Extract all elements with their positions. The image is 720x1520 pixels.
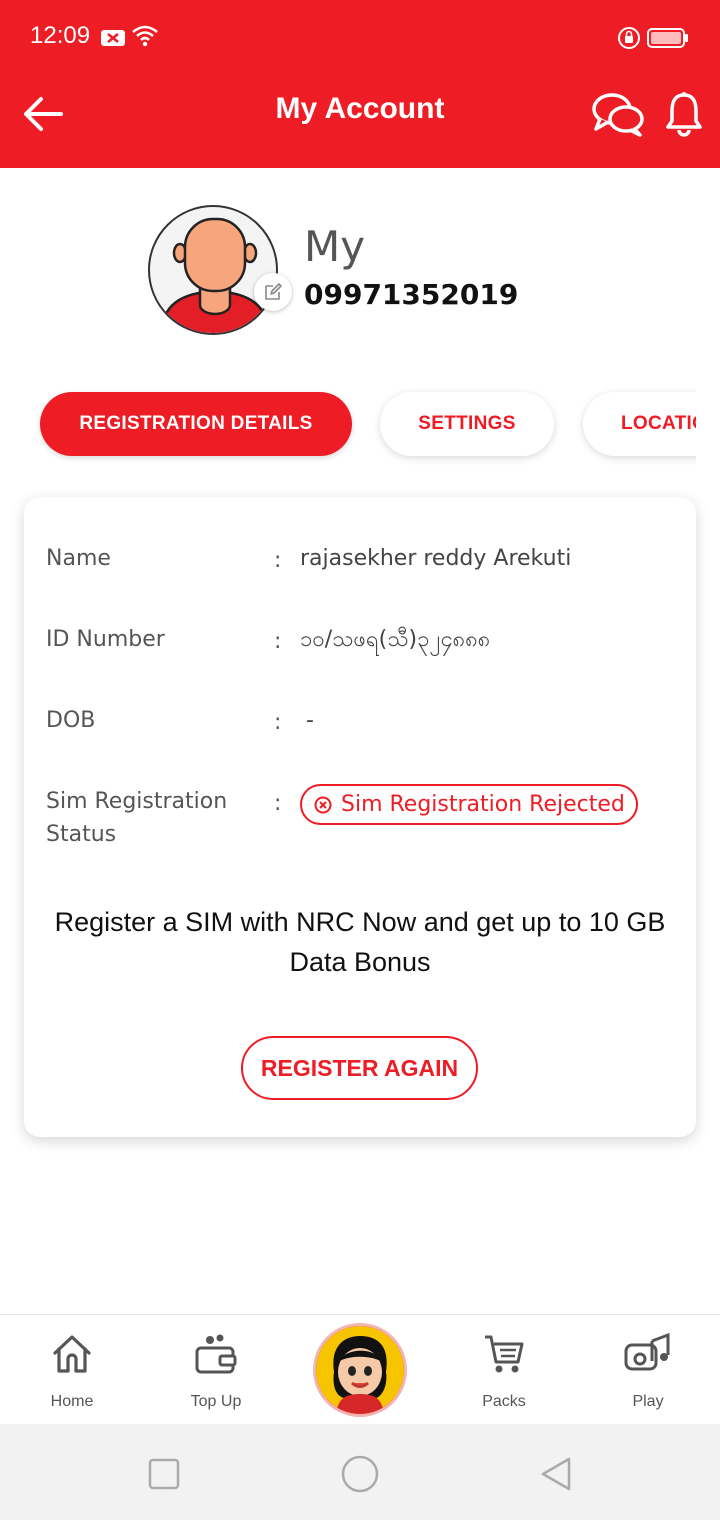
cart-icon — [485, 1335, 524, 1373]
avatar — [148, 205, 278, 335]
nav-top-up[interactable]: Top Up — [161, 1325, 271, 1417]
edit-profile-button[interactable] — [254, 273, 292, 311]
dob-label: DOB — [46, 708, 96, 733]
back-system-button[interactable] — [536, 1454, 576, 1494]
tab-location[interactable]: LOCATION — [583, 392, 696, 456]
chat-bubbles-icon — [592, 93, 644, 137]
nav-home[interactable]: Home — [17, 1325, 127, 1417]
music-icon — [624, 1332, 670, 1371]
battery-icon — [647, 28, 689, 52]
status-time: 12:09 — [30, 22, 91, 49]
tab-registration-details[interactable]: REGISTRATION DETAILS — [40, 392, 352, 456]
register-again-button[interactable]: REGISTER AGAIN — [241, 1036, 478, 1100]
profile-number: 09971352019 — [304, 278, 519, 311]
recents-button[interactable] — [144, 1454, 184, 1494]
name-label: Name — [46, 546, 111, 571]
bell-icon — [666, 92, 702, 137]
nav-play[interactable]: Play — [593, 1325, 703, 1417]
triangle-back-icon — [541, 1457, 571, 1491]
home-icon — [53, 1335, 91, 1373]
nav-packs-label: Packs — [482, 1393, 526, 1410]
nav-home-label: Home — [50, 1393, 94, 1410]
dob-colon: : — [274, 710, 282, 735]
sim-status-value: Sim Registration Rejected — [341, 792, 625, 817]
edit-icon — [265, 283, 282, 300]
dob-value: - — [306, 708, 314, 733]
notifications-button[interactable] — [656, 86, 712, 142]
registration-details-card: Name : rajasekher reddy Arekuti ID Numbe… — [24, 497, 696, 1137]
mascot-girl-icon — [316, 1326, 404, 1414]
app-header: 12:09 My Account — [0, 0, 720, 168]
notification-icon — [100, 28, 126, 52]
tab-settings[interactable]: SETTINGS — [380, 392, 554, 456]
account-tabs: REGISTRATION DETAILS SETTINGS LOCATION — [24, 380, 696, 476]
id-number-label: ID Number — [46, 627, 165, 652]
sim-status-badge: Sim Registration Rejected — [300, 784, 638, 825]
square-icon — [148, 1458, 180, 1490]
nav-mascot[interactable] — [313, 1323, 407, 1417]
bottom-navigation: Home Top Up Packs Play — [0, 1314, 720, 1424]
rotation-lock-icon — [617, 26, 641, 54]
id-number-colon: : — [274, 629, 282, 654]
home-system-button[interactable] — [340, 1454, 380, 1494]
wifi-icon — [131, 24, 159, 52]
nav-packs[interactable]: Packs — [449, 1325, 559, 1417]
close-circle-icon — [314, 796, 332, 813]
circle-icon — [341, 1455, 379, 1493]
name-colon: : — [274, 548, 282, 573]
wallet-icon — [195, 1334, 237, 1374]
system-navigation-bar — [0, 1424, 720, 1520]
id-number-value: ၁၀/သဖရ(သီ)၃၂၄၈၈၈ — [300, 627, 491, 652]
name-value: rajasekher reddy Arekuti — [300, 546, 572, 571]
nav-top-up-label: Top Up — [190, 1393, 242, 1410]
sim-status-colon: : — [274, 791, 282, 816]
promo-text: Register a SIM with NRC Now and get up t… — [54, 907, 666, 977]
profile-name: My — [304, 222, 366, 271]
sim-status-label: Sim Registration Status — [46, 789, 228, 847]
chat-button[interactable] — [588, 86, 648, 142]
nav-play-label: Play — [632, 1393, 664, 1410]
